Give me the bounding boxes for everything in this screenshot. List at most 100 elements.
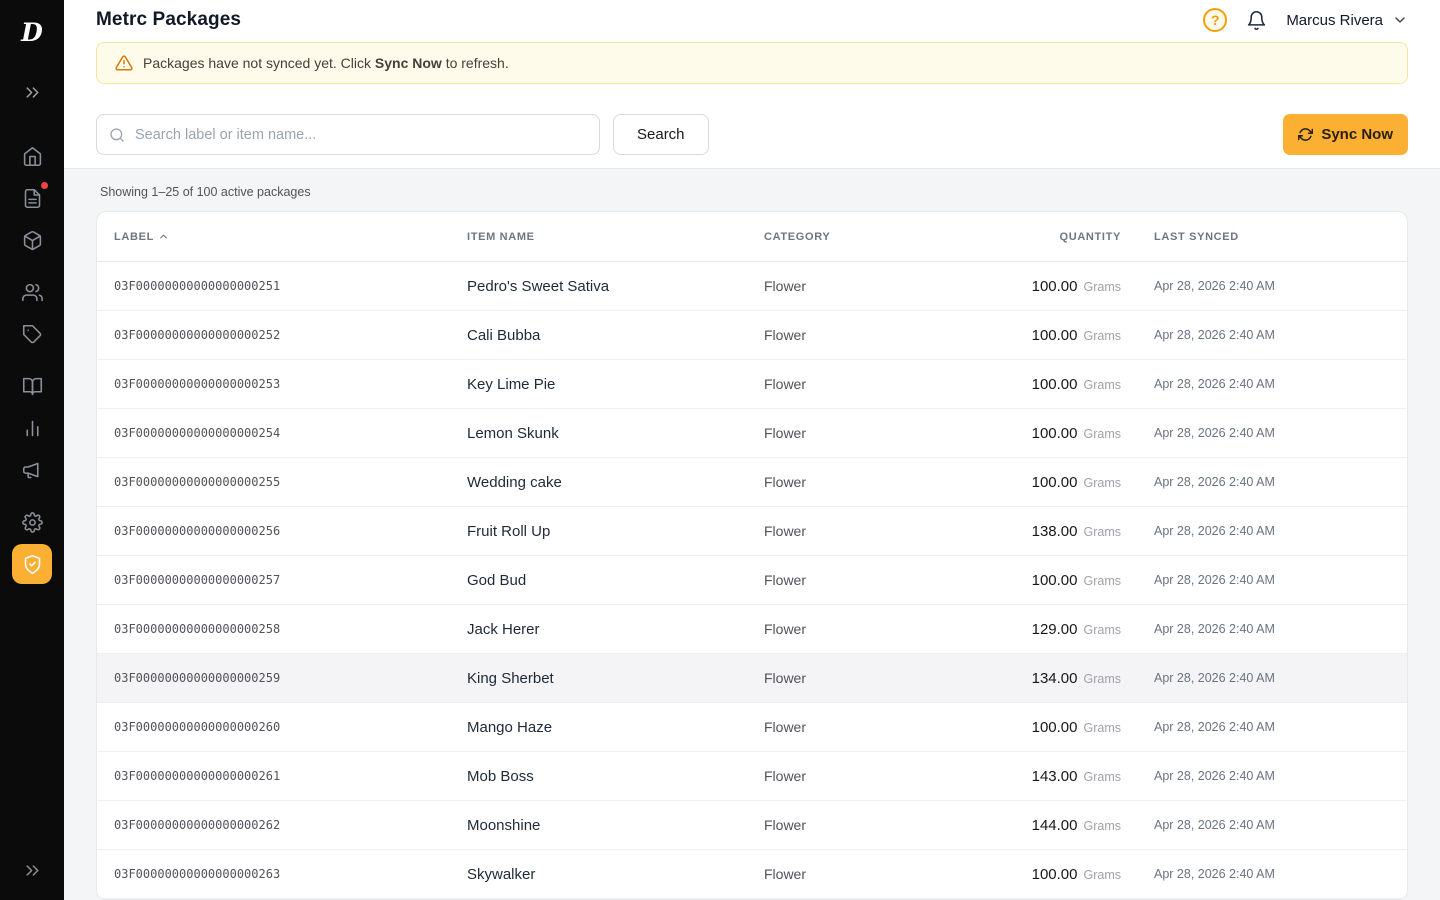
quantity-value: 144.00 <box>1032 817 1078 834</box>
sidebar-collapse-button[interactable] <box>12 850 52 890</box>
quantity-value: 100.00 <box>1032 866 1078 883</box>
chevrons-right-icon <box>22 82 43 103</box>
notification-dot <box>41 182 48 189</box>
package-label: 03F00000000000000000255 <box>114 475 467 489</box>
package-label: 03F00000000000000000260 <box>114 720 467 734</box>
search-input[interactable] <box>96 114 600 155</box>
category: Flower <box>764 719 1001 735</box>
search-button[interactable]: Search <box>613 114 709 155</box>
user-name: Marcus Rivera <box>1286 12 1383 29</box>
orders-document-icon <box>22 188 43 209</box>
table-row[interactable]: 03F00000000000000000261 Mob Boss Flower … <box>97 752 1407 801</box>
help-icon[interactable]: ? <box>1203 8 1227 32</box>
column-header-label[interactable]: LABEL <box>114 231 467 243</box>
quantity: 100.00 Grams <box>1001 278 1121 295</box>
category: Flower <box>764 376 1001 392</box>
package-label: 03F00000000000000000262 <box>114 818 467 832</box>
quantity-unit: Grams <box>1084 574 1122 588</box>
sidebar-item-discounts[interactable] <box>12 314 52 354</box>
content-area: Showing 1–25 of 100 active packages LABE… <box>64 169 1440 900</box>
chevron-down-icon <box>1392 12 1408 28</box>
notifications-button[interactable] <box>1246 10 1267 31</box>
quantity-value: 100.00 <box>1032 474 1078 491</box>
quantity: 100.00 Grams <box>1001 866 1121 883</box>
category: Flower <box>764 866 1001 882</box>
quantity: 100.00 Grams <box>1001 572 1121 589</box>
package-label: 03F00000000000000000253 <box>114 377 467 391</box>
page-title: Metrc Packages <box>96 9 241 31</box>
packages-table: LABEL ITEM NAME CATEGORY QUANTITY LAST S… <box>96 211 1408 900</box>
sidebar-item-home[interactable] <box>12 136 52 176</box>
sidebar-item-settings[interactable] <box>12 502 52 542</box>
table-row[interactable]: 03F00000000000000000256 Fruit Roll Up Fl… <box>97 507 1407 556</box>
quantity-value: 100.00 <box>1032 278 1078 295</box>
package-label: 03F00000000000000000259 <box>114 671 467 685</box>
column-header-quantity[interactable]: QUANTITY <box>1001 231 1121 243</box>
user-menu[interactable]: Marcus Rivera <box>1286 12 1408 29</box>
quantity-value: 100.00 <box>1032 719 1078 736</box>
table-row[interactable]: 03F00000000000000000257 God Bud Flower 1… <box>97 556 1407 605</box>
app-logo[interactable]: D <box>0 0 64 64</box>
table-row[interactable]: 03F00000000000000000259 King Sherbet Flo… <box>97 654 1407 703</box>
quantity-value: 143.00 <box>1032 768 1078 785</box>
package-label: 03F00000000000000000251 <box>114 279 467 293</box>
bar-chart-icon <box>22 418 43 439</box>
package-label: 03F00000000000000000254 <box>114 426 467 440</box>
table-row[interactable]: 03F00000000000000000263 Skywalker Flower… <box>97 850 1407 899</box>
gear-icon <box>22 512 43 533</box>
sidebar-expand-button[interactable] <box>12 72 52 112</box>
column-header-last-synced[interactable]: LAST SYNCED <box>1121 231 1392 243</box>
package-label: 03F00000000000000000258 <box>114 622 467 636</box>
last-synced: Apr 28, 2026 2:40 AM <box>1121 524 1392 538</box>
last-synced: Apr 28, 2026 2:40 AM <box>1121 622 1392 636</box>
sync-now-button[interactable]: Sync Now <box>1283 114 1408 155</box>
sidebar-item-customers[interactable] <box>12 272 52 312</box>
table-row[interactable]: 03F00000000000000000253 Key Lime Pie Flo… <box>97 360 1407 409</box>
sidebar: D <box>0 0 64 900</box>
last-synced: Apr 28, 2026 2:40 AM <box>1121 377 1392 391</box>
table-row[interactable]: 03F00000000000000000262 Moonshine Flower… <box>97 801 1407 850</box>
table-header-row: LABEL ITEM NAME CATEGORY QUANTITY LAST S… <box>97 212 1407 262</box>
table-row[interactable]: 03F00000000000000000260 Mango Haze Flowe… <box>97 703 1407 752</box>
quantity: 100.00 Grams <box>1001 474 1121 491</box>
column-header-item-name[interactable]: ITEM NAME <box>467 231 764 243</box>
table-row[interactable]: 03F00000000000000000258 Jack Herer Flowe… <box>97 605 1407 654</box>
table-row[interactable]: 03F00000000000000000254 Lemon Skunk Flow… <box>97 409 1407 458</box>
item-name: Fruit Roll Up <box>467 523 764 540</box>
table-row[interactable]: 03F00000000000000000251 Pedro's Sweet Sa… <box>97 262 1407 311</box>
search-field-wrap <box>96 114 600 155</box>
item-name: Skywalker <box>467 866 764 883</box>
sidebar-item-packages[interactable] <box>12 220 52 260</box>
category: Flower <box>764 768 1001 784</box>
quantity-value: 100.00 <box>1032 425 1078 442</box>
last-synced: Apr 28, 2026 2:40 AM <box>1121 328 1392 342</box>
quantity: 100.00 Grams <box>1001 327 1121 344</box>
header: Metrc Packages ? Marcus Rivera <box>64 0 1440 40</box>
sidebar-item-catalog[interactable] <box>12 366 52 406</box>
quantity-value: 100.00 <box>1032 572 1078 589</box>
banner-text: Packages have not synced yet. Click Sync… <box>143 55 509 71</box>
main-content: Metrc Packages ? Marcus Rivera Packages … <box>64 0 1440 900</box>
quantity: 129.00 Grams <box>1001 621 1121 638</box>
item-name: Cali Bubba <box>467 327 764 344</box>
quantity-value: 129.00 <box>1032 621 1078 638</box>
search-icon <box>109 127 125 143</box>
sidebar-item-compliance[interactable] <box>12 544 52 584</box>
sidebar-item-marketing[interactable] <box>12 450 52 490</box>
quantity-unit: Grams <box>1084 329 1122 343</box>
home-icon <box>22 146 43 167</box>
quantity: 134.00 Grams <box>1001 670 1121 687</box>
table-row[interactable]: 03F00000000000000000255 Wedding cake Flo… <box>97 458 1407 507</box>
sidebar-item-reports[interactable] <box>12 408 52 448</box>
last-synced: Apr 28, 2026 2:40 AM <box>1121 426 1392 440</box>
quantity: 138.00 Grams <box>1001 523 1121 540</box>
category: Flower <box>764 670 1001 686</box>
sort-asc-icon <box>158 231 169 242</box>
sidebar-item-orders[interactable] <box>12 178 52 218</box>
package-label: 03F00000000000000000263 <box>114 867 467 881</box>
column-header-category[interactable]: CATEGORY <box>764 231 1001 243</box>
table-row[interactable]: 03F00000000000000000252 Cali Bubba Flowe… <box>97 311 1407 360</box>
quantity-value: 100.00 <box>1032 327 1078 344</box>
quantity-value: 100.00 <box>1032 376 1078 393</box>
last-synced: Apr 28, 2026 2:40 AM <box>1121 720 1392 734</box>
